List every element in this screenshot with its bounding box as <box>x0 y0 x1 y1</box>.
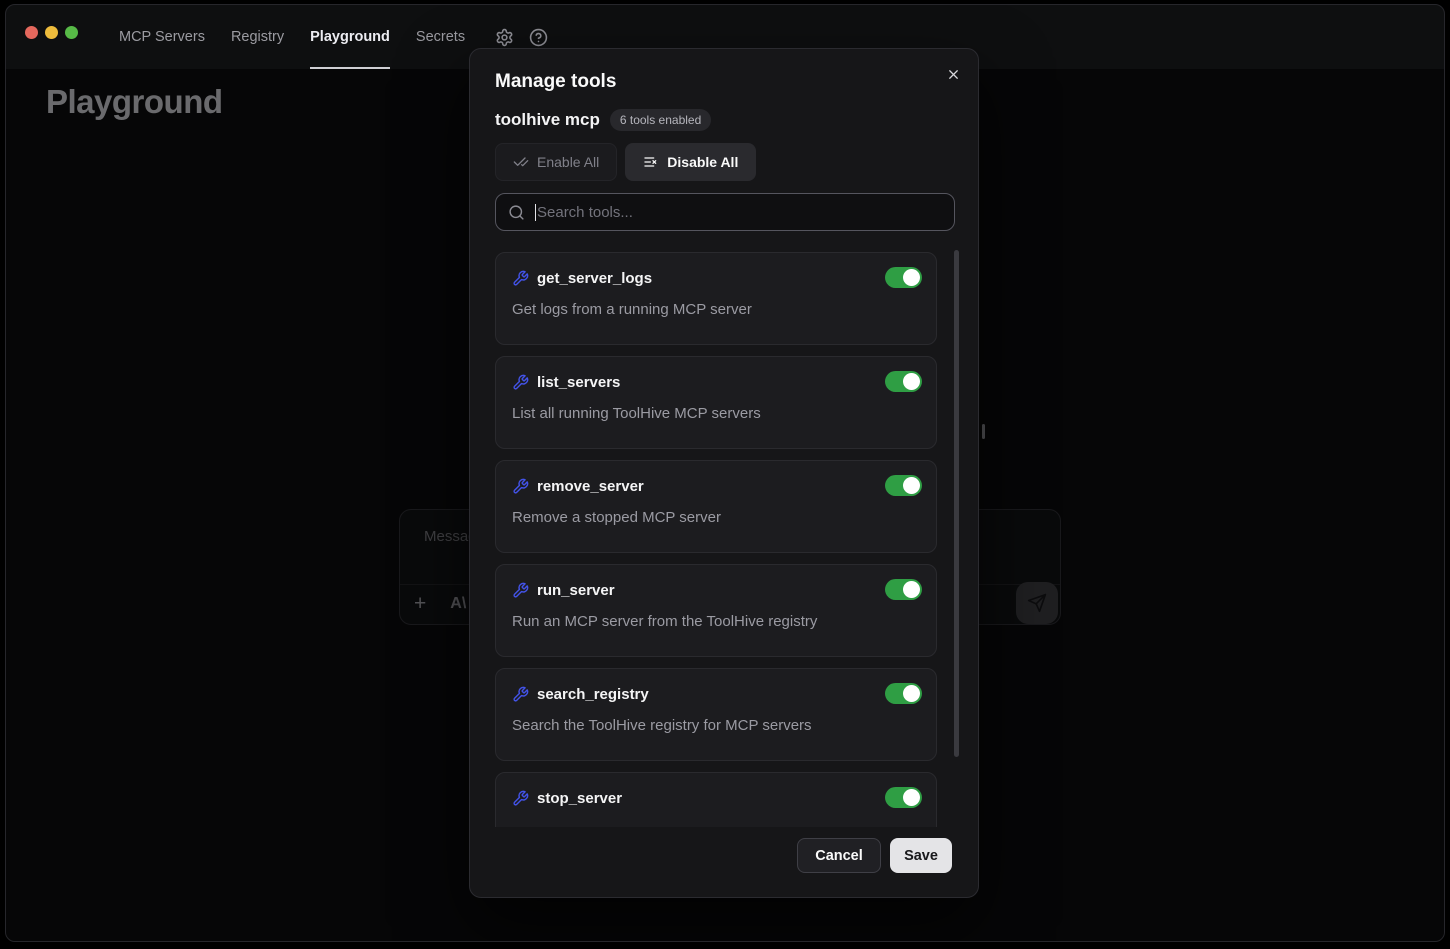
tool-list: get_server_logs Get logs from a running … <box>470 247 978 827</box>
tool-card: remove_server Remove a stopped MCP serve… <box>495 460 937 553</box>
disable-all-button[interactable]: Disable All <box>625 143 756 181</box>
list-x-icon <box>643 154 659 170</box>
tool-name: remove_server <box>537 478 644 495</box>
tool-name: stop_server <box>537 790 622 807</box>
nav: MCP Servers Registry Playground Secrets <box>119 5 465 69</box>
tool-description: List all running ToolHive MCP servers <box>512 405 761 422</box>
tool-card: search_registry Search the ToolHive regi… <box>495 668 937 761</box>
tab-playground[interactable]: Playground <box>310 5 390 69</box>
scrollbar-thumb[interactable] <box>954 250 959 757</box>
tool-card: run_server Run an MCP server from the To… <box>495 564 937 657</box>
tool-description: Get logs from a running MCP server <box>512 301 752 318</box>
server-name: toolhive mcp <box>495 110 600 130</box>
tool-description: Remove a stopped MCP server <box>512 509 721 526</box>
tool-name: run_server <box>537 582 615 599</box>
tool-name: search_registry <box>537 686 649 703</box>
wrench-icon <box>512 374 529 391</box>
wrench-icon <box>512 478 529 495</box>
settings-gear-icon[interactable] <box>495 28 514 47</box>
zoom-window-button[interactable] <box>65 26 78 39</box>
dialog-title: Manage tools <box>495 71 616 93</box>
wrench-icon <box>512 790 529 807</box>
save-button[interactable]: Save <box>890 838 952 873</box>
check-check-icon <box>513 154 529 170</box>
cancel-button[interactable]: Cancel <box>797 838 881 873</box>
help-icon[interactable] <box>529 28 548 47</box>
tool-toggle[interactable] <box>885 683 922 704</box>
close-icon[interactable] <box>941 62 965 86</box>
close-window-button[interactable] <box>25 26 38 39</box>
search-icon <box>508 204 525 221</box>
tab-secrets[interactable]: Secrets <box>416 5 465 69</box>
window-controls <box>25 26 78 39</box>
screen: MCP Servers Registry Playground Secrets Pla… <box>0 0 1450 949</box>
wrench-icon <box>512 270 529 287</box>
tab-mcp-servers[interactable]: MCP Servers <box>119 5 205 69</box>
tools-enabled-badge: 6 tools enabled <box>610 109 711 131</box>
wrench-icon <box>512 686 529 703</box>
tool-card: stop_server <box>495 772 937 827</box>
search-tools-input[interactable]: Search tools... <box>495 193 955 231</box>
tool-description: Search the ToolHive registry for MCP ser… <box>512 717 812 734</box>
manage-tools-dialog: Manage tools toolhive mcp 6 tools enable… <box>469 48 979 898</box>
text-caret <box>535 204 536 221</box>
tool-description: Run an MCP server from the ToolHive regi… <box>512 613 817 630</box>
tool-toggle[interactable] <box>885 787 922 808</box>
tool-name: get_server_logs <box>537 270 652 287</box>
tool-name: list_servers <box>537 374 620 391</box>
search-placeholder: Search tools... <box>537 204 633 221</box>
wrench-icon <box>512 582 529 599</box>
enable-all-button[interactable]: Enable All <box>495 143 617 181</box>
tool-card: list_servers List all running ToolHive M… <box>495 356 937 449</box>
app-window: MCP Servers Registry Playground Secrets Pla… <box>5 4 1445 942</box>
tab-registry[interactable]: Registry <box>231 5 284 69</box>
tool-toggle[interactable] <box>885 371 922 392</box>
tool-card: get_server_logs Get logs from a running … <box>495 252 937 345</box>
tool-toggle[interactable] <box>885 475 922 496</box>
tool-toggle[interactable] <box>885 579 922 600</box>
tool-toggle[interactable] <box>885 267 922 288</box>
minimize-window-button[interactable] <box>45 26 58 39</box>
